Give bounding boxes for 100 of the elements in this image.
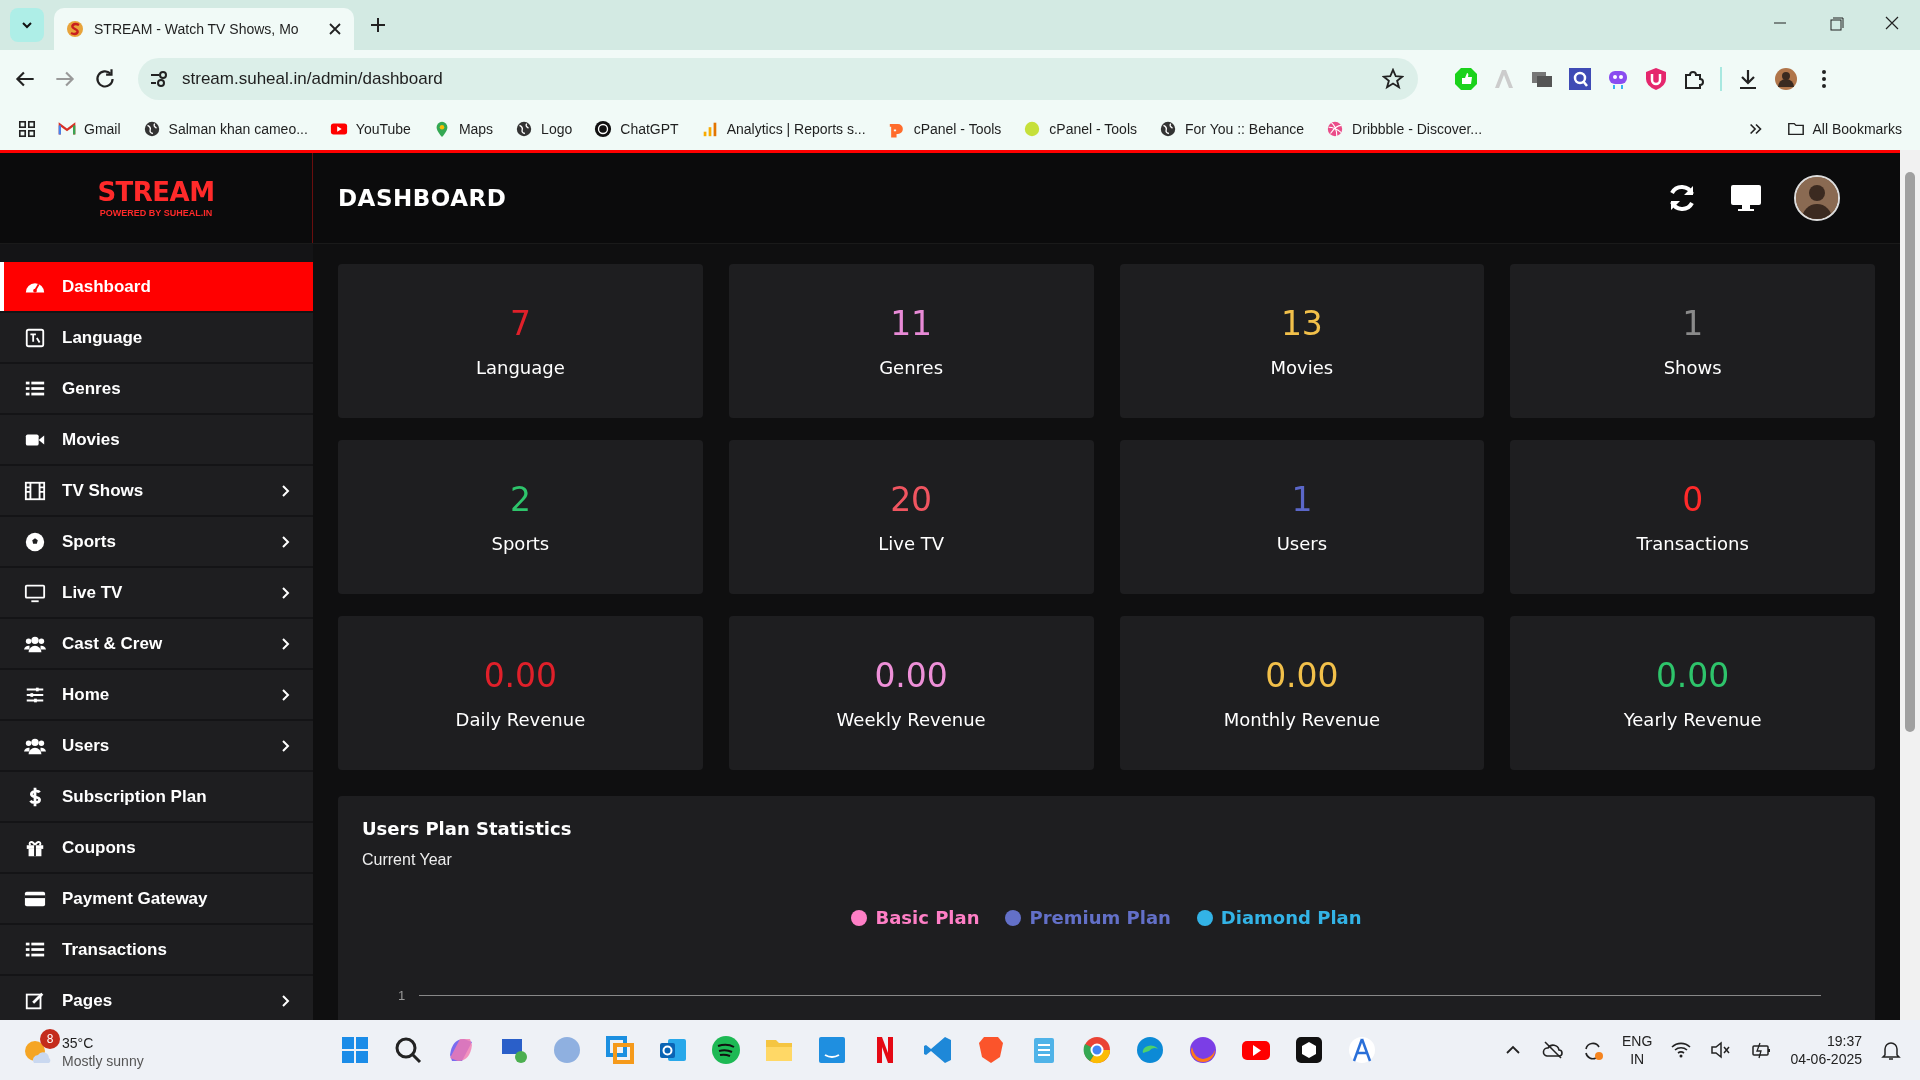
bookmark[interactable]: Salman khan cameo...: [142, 120, 308, 138]
stat-value: 0.00: [1265, 656, 1339, 695]
stat-value: 0.00: [1655, 656, 1730, 695]
tab-list-button[interactable]: [10, 8, 44, 42]
soccer-ball-icon: [24, 530, 46, 553]
wave-icon[interactable]: [1135, 1035, 1165, 1065]
browser-tab[interactable]: STREAM - Watch TV Shows, Mo: [54, 8, 354, 50]
stat-label: Shows: [1663, 357, 1722, 378]
chart-subtitle: Current Year: [362, 851, 453, 869]
stat-value: 13: [1280, 304, 1323, 343]
bell-icon[interactable]: [1880, 1039, 1902, 1061]
address-bar[interactable]: stream.suheal.in/admin/dashboard: [138, 58, 1418, 100]
stat-value: 1: [1291, 480, 1313, 519]
folder-icon: [1786, 120, 1805, 138]
stat-label: Genres: [879, 357, 944, 378]
bookmark[interactable]: cPanel - Tools: [1023, 120, 1137, 138]
star-icon[interactable]: [1382, 68, 1404, 90]
axis-tick-label: 1: [398, 988, 406, 1003]
logo: STREAM: [97, 178, 215, 205]
bookmark[interactable]: Maps: [432, 120, 494, 138]
stat-label: Yearly Revenue: [1623, 709, 1762, 730]
sidebar-item[interactable]: TV Shows: [0, 466, 313, 515]
sidebar-item[interactable]: Dashboard: [0, 262, 313, 311]
legend-item[interactable]: Basic Plan: [851, 907, 980, 928]
stat-value: 7: [509, 304, 531, 343]
compass-icon[interactable]: [1347, 1035, 1377, 1065]
stat-value: 2: [509, 480, 531, 519]
sidebar-item[interactable]: Live TV: [0, 568, 313, 617]
basketball-icon: [1326, 120, 1345, 138]
sidebar-item[interactable]: Movies: [0, 415, 313, 464]
stat-label: Daily Revenue: [455, 709, 586, 730]
page-title: DASHBOARD: [337, 185, 507, 211]
sidebar-item[interactable]: Sports: [0, 517, 313, 566]
globe-icon: [515, 120, 534, 138]
legend-item[interactable]: Diamond Plan: [1196, 907, 1362, 928]
bookmark[interactable]: Gmail: [58, 120, 121, 138]
squares-icon[interactable]: [605, 1035, 635, 1065]
all-bookmarks-button[interactable]: All Bookmarks: [1786, 120, 1902, 138]
shield-icon[interactable]: [1644, 67, 1668, 91]
stat-label: Movies: [1270, 357, 1334, 378]
film-icon: [24, 479, 46, 502]
sidebar-item[interactable]: Transactions: [0, 925, 313, 974]
speaker-muted-icon[interactable]: [1710, 1039, 1733, 1061]
bookmark[interactable]: Analytics | Reports s...: [700, 120, 866, 138]
stat-value: 0.00: [483, 656, 558, 695]
sidebar-item[interactable]: Payment Gateway: [0, 874, 313, 923]
bookmark[interactable]: cPanel - Tools: [887, 120, 1002, 138]
cloud-off-icon[interactable]: [1542, 1039, 1565, 1061]
circle-icon: [1023, 120, 1042, 138]
thumbs-up-icon[interactable]: [1454, 67, 1478, 91]
site-settings-icon: [148, 68, 170, 90]
search-icon[interactable]: [393, 1035, 423, 1065]
favicon-icon: [66, 20, 84, 38]
language-icon: [24, 326, 46, 349]
temperature: 35°C: [62, 1035, 95, 1051]
sidebar-item[interactable]: Pages: [0, 976, 313, 1020]
sidebar-item[interactable]: Users: [0, 721, 313, 770]
stat-label: Language: [475, 357, 565, 378]
stat-label: Transactions: [1636, 533, 1749, 554]
stat-label: Weekly Revenue: [836, 709, 986, 730]
sidebar-item[interactable]: Subscription Plan: [0, 772, 313, 821]
sidebar-item[interactable]: Language: [0, 313, 313, 362]
stat-value: 1: [1682, 304, 1704, 343]
apps-grid-icon[interactable]: [18, 120, 36, 138]
weather-condition: Mostly sunny: [62, 1053, 144, 1069]
stat-label: Monthly Revenue: [1223, 709, 1380, 730]
sidebar-item[interactable]: Cast & Crew: [0, 619, 313, 668]
stat-value: 0: [1682, 480, 1704, 519]
sidebar-item[interactable]: Genres: [0, 364, 313, 413]
sidebar-item[interactable]: Home: [0, 670, 313, 719]
input-language[interactable]: ENG IN: [1622, 1033, 1653, 1067]
clock[interactable]: 19:37 04-06-2025: [1790, 1033, 1862, 1067]
stat-label: Sports: [491, 533, 550, 554]
browser-icon[interactable]: [1082, 1035, 1112, 1065]
scrollbar[interactable]: [1900, 150, 1920, 1020]
weather-widget[interactable]: 8 35°C Mostly sunny: [18, 1029, 148, 1071]
bookmark[interactable]: ChatGPT: [594, 120, 679, 138]
stat-value: 20: [890, 480, 933, 519]
monitor-icon[interactable]: [1730, 182, 1762, 214]
stat-label: Users: [1276, 533, 1328, 554]
bookmark[interactable]: Dribbble - Discover...: [1326, 120, 1483, 138]
bookmark[interactable]: YouTube: [329, 120, 411, 138]
sidebar-item[interactable]: Coupons: [0, 823, 313, 872]
globe-icon: [1159, 120, 1177, 138]
search-icon[interactable]: [1568, 67, 1592, 91]
music-icon[interactable]: [711, 1035, 741, 1065]
notification-badge: 8: [40, 1029, 60, 1049]
legend-item[interactable]: Premium Plan: [1005, 907, 1171, 928]
profile-avatar[interactable]: [1774, 67, 1798, 91]
windows-logo-icon[interactable]: [340, 1035, 370, 1065]
code-editor-icon[interactable]: [923, 1035, 953, 1065]
bookmark[interactable]: Logo: [515, 120, 573, 138]
cube-icon[interactable]: [1294, 1035, 1324, 1065]
close-icon[interactable]: [328, 22, 342, 36]
user-avatar[interactable]: [1794, 175, 1840, 221]
stat-value: 11: [890, 304, 933, 343]
stat-label: Live TV: [878, 533, 944, 554]
bookmark[interactable]: For You :: Behance: [1159, 120, 1305, 138]
globe-icon: [142, 120, 161, 138]
chart-title: Users Plan Statistics: [362, 818, 573, 839]
